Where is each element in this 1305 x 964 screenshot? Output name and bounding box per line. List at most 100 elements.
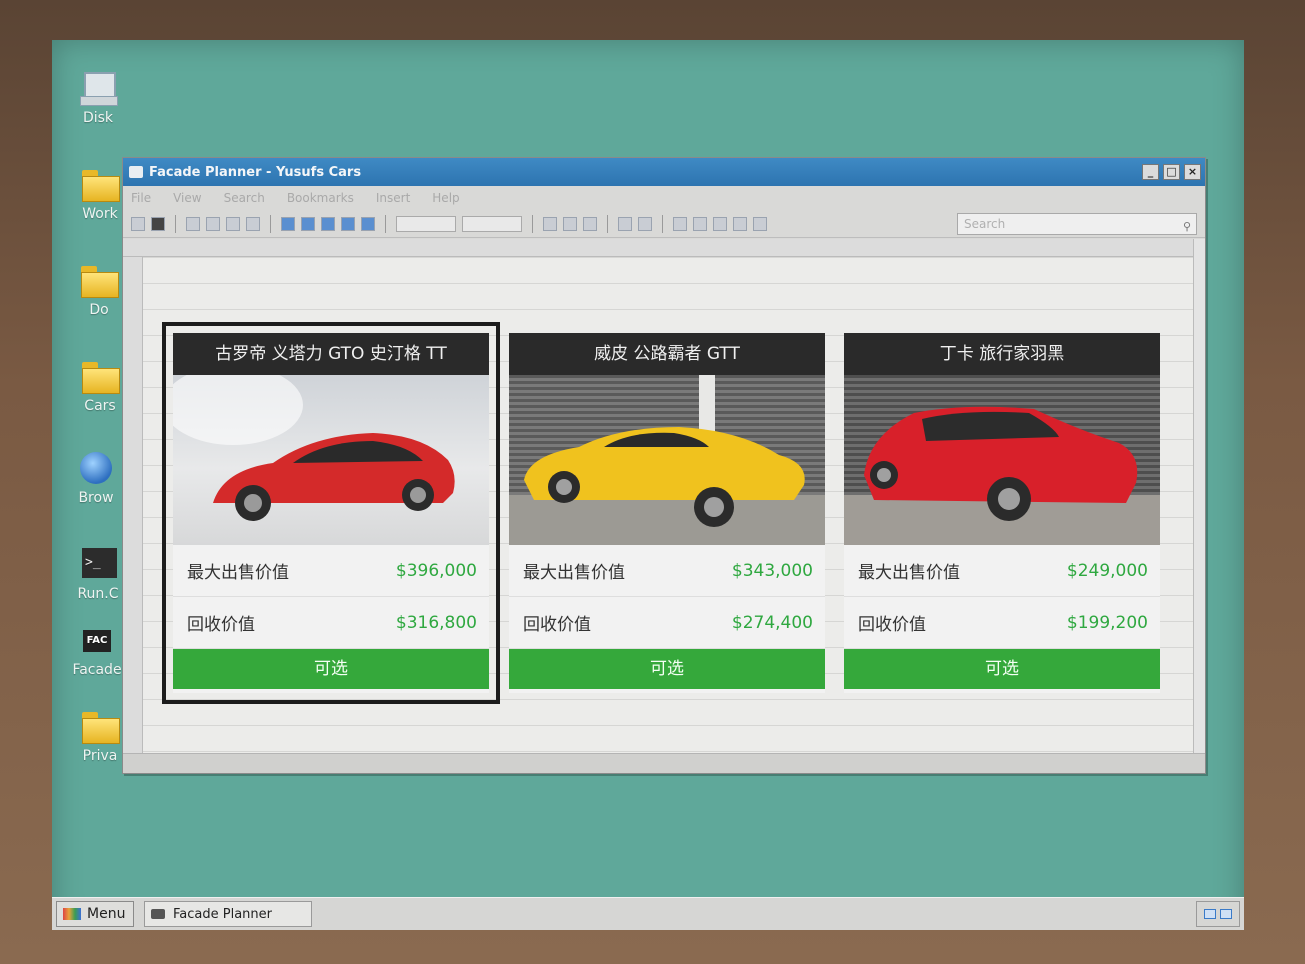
vehicle-card[interactable]: 威皮 公路霸者 GTT 最大出售价值 $343,000 回收价值 $274,40… xyxy=(509,333,825,693)
status-bar xyxy=(123,753,1205,773)
trade-value: $199,200 xyxy=(1066,612,1148,633)
do-folder-icon[interactable]: Do xyxy=(74,262,124,318)
start-menu-button[interactable]: Menu xyxy=(56,901,134,927)
private-label: Priva xyxy=(82,748,118,764)
border-icon[interactable] xyxy=(563,216,577,231)
app-icon xyxy=(129,166,143,178)
taskbar-item-facade-planner[interactable]: Facade Planner xyxy=(144,901,312,927)
trade-row: 回收价值 $316,800 xyxy=(173,597,489,649)
menu-help[interactable]: Help xyxy=(432,191,459,205)
max-sale-row: 最大出售价值 $249,000 xyxy=(844,545,1160,597)
layout-icon[interactable] xyxy=(321,216,335,231)
run-label: Run.C xyxy=(77,586,119,602)
menu-bookmarks[interactable]: Bookmarks xyxy=(287,191,354,205)
trade-label: 回收价值 xyxy=(523,615,591,635)
align-left-icon[interactable] xyxy=(673,216,687,231)
max-sale-label: 最大出售价值 xyxy=(187,563,289,583)
terminal-icon xyxy=(78,546,118,582)
maximize-button[interactable]: □ xyxy=(1163,164,1180,180)
max-sale-label: 最大出售价值 xyxy=(858,563,960,583)
spreadsheet-area[interactable]: 古罗帝 义塔力 GTO 史汀格 TT 最大出售价值 $396,000 回收价值 … xyxy=(123,239,1205,755)
vehicle-card[interactable]: 古罗帝 义塔力 GTO 史汀格 TT 最大出售价值 $396,000 回收价值 … xyxy=(162,322,500,704)
layout-icon[interactable] xyxy=(281,216,295,231)
work-label: Work xyxy=(82,206,118,222)
image-icon[interactable] xyxy=(226,216,240,231)
app-icon xyxy=(151,909,165,919)
italic-icon[interactable] xyxy=(638,216,652,231)
max-sale-label: 最大出售价值 xyxy=(523,563,625,583)
shapes-icon[interactable] xyxy=(246,216,260,231)
menu-file[interactable]: File xyxy=(131,191,151,205)
menu-label: Menu xyxy=(87,906,126,922)
max-sale-row: 最大出售价值 $343,000 xyxy=(509,545,825,597)
max-sale-row: 最大出售价值 $396,000 xyxy=(173,545,489,597)
disk-label: Disk xyxy=(82,110,114,126)
trade-label: 回收价值 xyxy=(187,615,255,635)
align-center-icon[interactable] xyxy=(693,216,707,231)
new-icon[interactable] xyxy=(131,216,145,231)
max-sale-value: $343,000 xyxy=(731,560,813,581)
folder-icon xyxy=(80,166,120,202)
facade-planner-window: Facade Planner - Yusufs Cars _ □ × File … xyxy=(122,157,1206,774)
toolbar: Search ⚲ xyxy=(123,210,1205,238)
vehicle-title: 古罗帝 义塔力 GTO 史汀格 TT xyxy=(173,333,489,375)
menu-search[interactable]: Search xyxy=(224,191,265,205)
menu-logo-icon xyxy=(63,908,81,920)
select-button[interactable]: 可选 xyxy=(173,649,489,689)
vehicle-card[interactable]: 丁卡 旅行家羽黑 最大出售价值 $249,000 回收价值 $199,200 可… xyxy=(844,333,1160,693)
search-icon[interactable]: ⚲ xyxy=(1183,217,1191,237)
menu-view[interactable]: View xyxy=(173,191,201,205)
title-bar[interactable]: Facade Planner - Yusufs Cars _ □ × xyxy=(123,158,1205,186)
bold-icon[interactable] xyxy=(618,216,632,231)
cars-label: Cars xyxy=(84,398,116,414)
select-button[interactable]: 可选 xyxy=(844,649,1160,689)
toolbar-divider xyxy=(175,214,176,233)
layout-icon[interactable] xyxy=(301,216,315,231)
max-sale-value: $396,000 xyxy=(395,560,477,581)
indent-icon[interactable] xyxy=(753,216,767,231)
line-spacing-select[interactable] xyxy=(462,215,522,232)
trade-row: 回收价值 $199,200 xyxy=(844,597,1160,649)
layout-icon[interactable] xyxy=(361,216,375,231)
minimize-button[interactable]: _ xyxy=(1142,164,1159,180)
justify-icon[interactable] xyxy=(733,216,747,231)
toolbar-divider xyxy=(607,214,608,233)
folder-icon xyxy=(80,708,120,744)
vehicle-photo xyxy=(173,375,489,545)
select-button[interactable]: 可选 xyxy=(509,649,825,689)
close-button[interactable]: × xyxy=(1184,164,1201,180)
monitor-icon[interactable] xyxy=(1204,909,1216,919)
table-icon[interactable] xyxy=(206,216,220,231)
window-title: Facade Planner - Yusufs Cars xyxy=(149,164,362,180)
toolbar-divider xyxy=(662,214,663,233)
network-icon[interactable] xyxy=(1220,909,1232,919)
layout-icon[interactable] xyxy=(341,216,355,231)
browser-icon[interactable]: Brow xyxy=(66,450,126,506)
border-icon[interactable] xyxy=(543,216,557,231)
document-icon[interactable] xyxy=(186,216,200,231)
disk-icon[interactable]: Disk xyxy=(58,70,138,126)
desktop-screen: Disk Work Do Cars Brow Run.C Facade Priv… xyxy=(52,40,1244,930)
run-command-icon[interactable]: Run.C xyxy=(68,546,128,602)
system-tray xyxy=(1196,901,1240,927)
globe-icon xyxy=(76,450,116,486)
align-right-icon[interactable] xyxy=(713,216,727,231)
trade-label: 回收价值 xyxy=(858,615,926,635)
menu-insert[interactable]: Insert xyxy=(376,191,410,205)
font-size-select[interactable] xyxy=(396,215,456,232)
folder-icon xyxy=(80,358,120,394)
vertical-scrollbar[interactable] xyxy=(1193,239,1205,755)
vehicle-photo xyxy=(844,375,1160,545)
border-icon[interactable] xyxy=(583,216,597,231)
do-label: Do xyxy=(89,302,109,318)
search-input[interactable]: Search ⚲ xyxy=(957,212,1197,237)
max-sale-value: $249,000 xyxy=(1066,560,1148,581)
save-icon[interactable] xyxy=(151,216,165,231)
taskbar: Menu Facade Planner xyxy=(52,897,1244,930)
toolbar-divider xyxy=(385,214,386,233)
search-placeholder: Search xyxy=(964,216,1006,231)
task-label: Facade Planner xyxy=(173,906,272,922)
private-folder-icon[interactable]: Priva xyxy=(70,708,130,764)
facade-label: Facade xyxy=(72,662,122,678)
browser-label: Brow xyxy=(78,490,114,506)
